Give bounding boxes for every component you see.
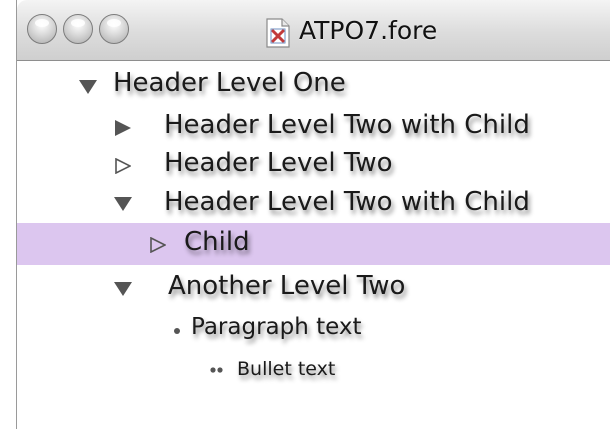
disclosure-triangle-expanded-icon[interactable] [114, 197, 132, 211]
outline-row-label: Another Level Two [168, 271, 406, 301]
minimize-window-button[interactable] [63, 14, 93, 44]
outline-row-label: Paragraph text [191, 314, 362, 340]
disclosure-triangle-collapsed-icon[interactable] [115, 120, 131, 136]
outline-row-label: Header Level Two with Child [164, 187, 530, 217]
close-window-button[interactable] [27, 14, 57, 44]
title-bar[interactable]: ATPO7.fore [17, 0, 610, 61]
bullet-icon [174, 328, 180, 334]
outline-row-label: Child [184, 227, 250, 257]
outline-view[interactable]: Header Level One Header Level Two with C… [17, 61, 610, 429]
zoom-window-button[interactable] [99, 14, 129, 44]
double-bullet-icon [210, 367, 224, 373]
outline-row-label: Bullet text [237, 358, 336, 380]
outline-row[interactable]: Header Level Two [17, 145, 610, 183]
document-window: ATPO7.fore Header Level One Header Level… [16, 0, 610, 429]
disclosure-triangle-hollow-icon[interactable] [150, 237, 166, 253]
outline-row-label: Header Level One [113, 68, 346, 98]
outline-row-label: Header Level Two [164, 148, 393, 178]
outline-row[interactable]: Header Level Two with Child [17, 107, 610, 145]
document-icon[interactable] [266, 18, 290, 48]
disclosure-triangle-expanded-icon[interactable] [79, 80, 97, 94]
outline-row-selected[interactable]: Child [17, 223, 610, 265]
outline-row[interactable]: Paragraph text [17, 309, 610, 349]
outline-row[interactable]: Bullet text [17, 353, 610, 389]
outline-row[interactable]: Header Level Two with Child [17, 183, 610, 223]
disclosure-triangle-hollow-icon[interactable] [115, 158, 131, 174]
outline-row[interactable]: Header Level One [17, 63, 610, 107]
outline-row[interactable]: Another Level Two [17, 265, 610, 309]
outline-row-label: Header Level Two with Child [164, 110, 530, 140]
window-title: ATPO7.fore [299, 16, 438, 45]
disclosure-triangle-expanded-icon[interactable] [114, 282, 132, 296]
